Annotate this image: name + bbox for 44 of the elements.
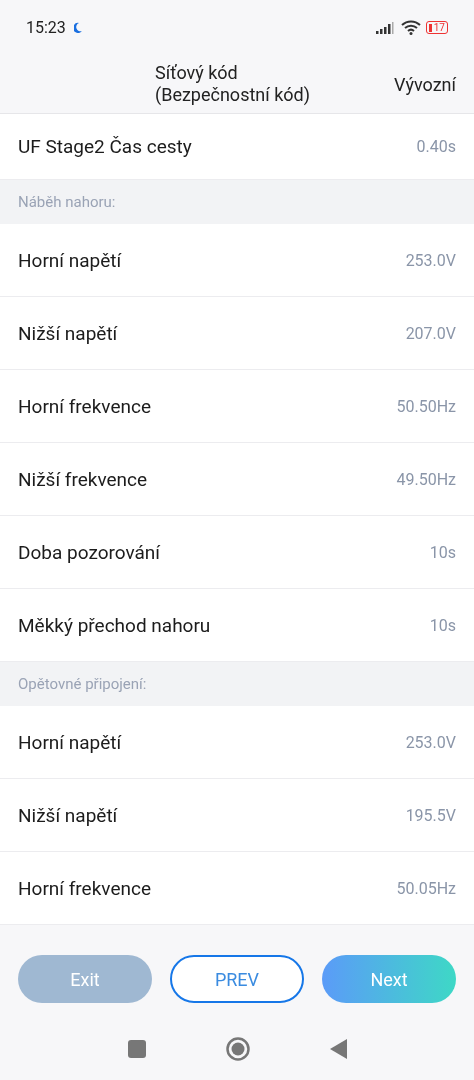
setting-row[interactable]: Horní frekvence 50.50Hz — [0, 370, 474, 443]
section-header: Náběh nahoru: — [0, 180, 474, 224]
export-link[interactable]: Vývozní — [394, 73, 456, 95]
setting-row[interactable]: Nižší frekvence 49.50Hz — [0, 443, 474, 516]
setting-label: Nižší napětí — [18, 321, 118, 345]
setting-row[interactable]: Doba pozorování 10s — [0, 516, 474, 589]
home-icon[interactable] — [225, 1037, 250, 1061]
moon-icon — [73, 22, 83, 33]
setting-row[interactable]: Horní napětí 253.0V — [0, 706, 474, 779]
setting-row[interactable]: Měkký přechod nahoru 10s — [0, 589, 474, 662]
setting-value: 50.50Hz — [396, 396, 456, 416]
setting-label: Měkký přechod nahoru — [18, 613, 211, 637]
setting-value: 10s — [429, 542, 456, 562]
wifi-icon — [400, 20, 421, 35]
setting-row[interactable]: Horní napětí 253.0V — [0, 224, 474, 297]
setting-label: Horní napětí — [18, 248, 122, 272]
setting-row[interactable]: Nižší napětí 195.5V — [0, 779, 474, 852]
page-title: Síťový kód — [155, 62, 239, 84]
setting-value: 253.0V — [405, 250, 456, 270]
setting-row[interactable]: UF Stage2 Čas cesty 0.40s — [0, 114, 474, 180]
prev-button[interactable]: PREV — [170, 955, 304, 1003]
setting-value: 195.5V — [405, 805, 456, 825]
setting-row[interactable]: Horní frekvence 50.05Hz — [0, 852, 474, 925]
setting-label: Horní frekvence — [18, 876, 151, 900]
setting-label: UF Stage2 Čas cesty — [18, 135, 192, 158]
setting-value: 207.0V — [405, 323, 456, 343]
clock: 15:23 — [26, 18, 66, 37]
section-header: Opětovné připojení: — [0, 662, 474, 706]
back-icon[interactable] — [329, 1039, 347, 1059]
page-subtitle: (Bezpečnostní kód) — [155, 84, 310, 106]
setting-label: Nižší napětí — [18, 803, 118, 827]
setting-row[interactable]: Nižší napětí 207.0V — [0, 297, 474, 370]
setting-value: 10s — [429, 615, 456, 635]
setting-label: Doba pozorování — [18, 540, 161, 564]
setting-value: 253.0V — [405, 732, 456, 752]
setting-value: 0.40s — [416, 137, 456, 156]
setting-value: 49.50Hz — [396, 469, 456, 489]
setting-label: Nižší frekvence — [18, 467, 148, 491]
setting-label: Horní frekvence — [18, 394, 151, 418]
signal-icon — [375, 21, 396, 34]
setting-label: Horní napětí — [18, 730, 122, 754]
battery-icon: 17 — [425, 21, 448, 34]
setting-value: 50.05Hz — [396, 878, 456, 898]
recents-icon[interactable] — [127, 1040, 146, 1058]
